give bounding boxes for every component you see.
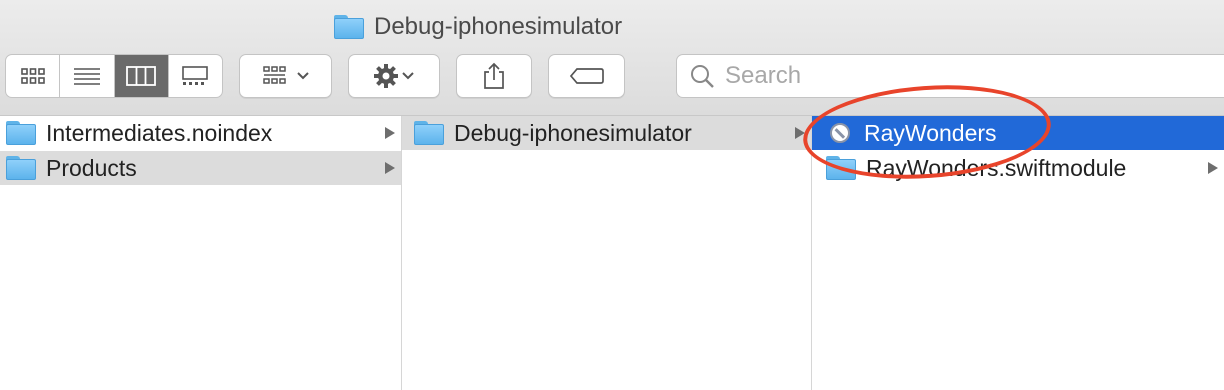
window-title: Debug-iphonesimulator	[334, 12, 622, 42]
tag-icon	[569, 68, 604, 84]
title-bar: Debug-iphonesimulator	[0, 0, 1224, 116]
view-mode-control	[5, 54, 223, 98]
browser-column-2: Debug-iphonesimulator	[402, 116, 812, 390]
chevron-down-icon	[402, 72, 414, 80]
chevron-down-icon	[296, 72, 309, 80]
browser-column-3: RayWonders RayWonders.swiftmodule	[812, 116, 1224, 390]
disclosure-arrow-icon	[795, 127, 805, 139]
gallery-icon	[182, 66, 209, 85]
list-item-raywonders[interactable]: RayWonders	[812, 116, 1224, 150]
list-item-intermediates[interactable]: Intermediates.noindex	[0, 116, 401, 150]
list-item-raywonders-swiftmodule[interactable]: RayWonders.swiftmodule	[812, 151, 1224, 185]
column-view-button[interactable]	[114, 55, 169, 97]
folder-icon	[334, 15, 364, 39]
item-label: Intermediates.noindex	[46, 119, 273, 146]
folder-icon	[826, 156, 856, 180]
folder-icon	[414, 121, 444, 145]
share-button[interactable]	[456, 54, 532, 98]
search-input[interactable]	[723, 61, 1187, 91]
list-item-debug-iphonesimulator[interactable]: Debug-iphonesimulator	[402, 116, 811, 150]
share-icon	[484, 62, 504, 89]
item-label: Debug-iphonesimulator	[454, 119, 692, 146]
icon-view-button[interactable]	[6, 55, 61, 97]
search-icon	[691, 65, 714, 88]
no-entry-icon	[830, 123, 850, 143]
columns-icon	[126, 66, 157, 86]
browser-column-1: Intermediates.noindex Products	[0, 116, 402, 390]
search-field[interactable]	[676, 54, 1224, 98]
group-icon	[262, 66, 286, 84]
folder-icon	[6, 156, 36, 180]
tag-button[interactable]	[548, 54, 625, 98]
window-title-text: Debug-iphonesimulator	[374, 13, 623, 40]
group-button[interactable]	[239, 54, 332, 98]
item-label: RayWonders.swiftmodule	[866, 154, 1127, 181]
folder-icon	[6, 121, 36, 145]
grid-icon	[20, 68, 45, 84]
item-label: RayWonders	[864, 119, 997, 146]
list-item-products[interactable]: Products	[0, 151, 401, 185]
action-button[interactable]	[348, 54, 440, 98]
disclosure-arrow-icon	[385, 127, 395, 139]
list-view-button[interactable]	[60, 55, 115, 97]
disclosure-arrow-icon	[1208, 162, 1218, 174]
disclosure-arrow-icon	[385, 162, 395, 174]
gallery-view-button[interactable]	[169, 55, 222, 97]
list-icon	[73, 68, 100, 85]
gear-icon	[374, 64, 398, 88]
item-label: Products	[46, 154, 137, 181]
